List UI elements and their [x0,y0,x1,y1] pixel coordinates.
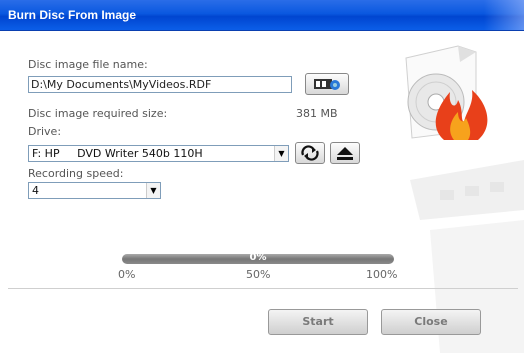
progress-percent: 0% [249,252,267,263]
drive-selected-value: F: HP DVD Writer 540b 110H [32,147,203,160]
browse-image-button[interactable] [305,73,349,95]
chevron-down-icon[interactable]: ▼ [146,183,160,198]
image-file-value: D:\My Documents\MyVideos.RDF [31,78,212,91]
title-bar-fade [484,0,524,30]
image-file-label: Disc image file name: [28,58,148,71]
recording-speed-select[interactable]: 4 ▼ [28,182,161,199]
required-size-label: Disc image required size: [28,107,168,120]
divider [8,288,518,289]
progress-tick-start: 0% [118,268,136,281]
progress-tick-end: 100% [366,268,398,281]
image-file-input[interactable]: D:\My Documents\MyVideos.RDF [28,76,292,93]
drive-label: Drive: [28,125,62,138]
disc-fire-icon [405,45,488,140]
window-title: Burn Disc From Image [8,8,137,22]
recording-speed-value: 4 [32,184,39,197]
title-bar: Burn Disc From Image [0,0,524,31]
recording-speed-label: Recording speed: [28,167,124,180]
film-browse-icon [314,79,340,90]
chevron-down-icon[interactable]: ▼ [274,146,288,161]
eject-button[interactable] [330,142,360,164]
refresh-drives-button[interactable] [295,142,325,164]
close-button[interactable]: Close [381,309,481,335]
progress-tick-mid: 50% [246,268,271,281]
required-size-value: 381 MB [296,107,338,120]
burn-disc-window: Burn Disc From Image Disc image file nam… [0,0,524,353]
refresh-icon [301,145,319,161]
eject-icon [337,147,353,160]
start-button[interactable]: Start [268,309,368,335]
drive-select[interactable]: F: HP DVD Writer 540b 110H ▼ [28,145,289,162]
